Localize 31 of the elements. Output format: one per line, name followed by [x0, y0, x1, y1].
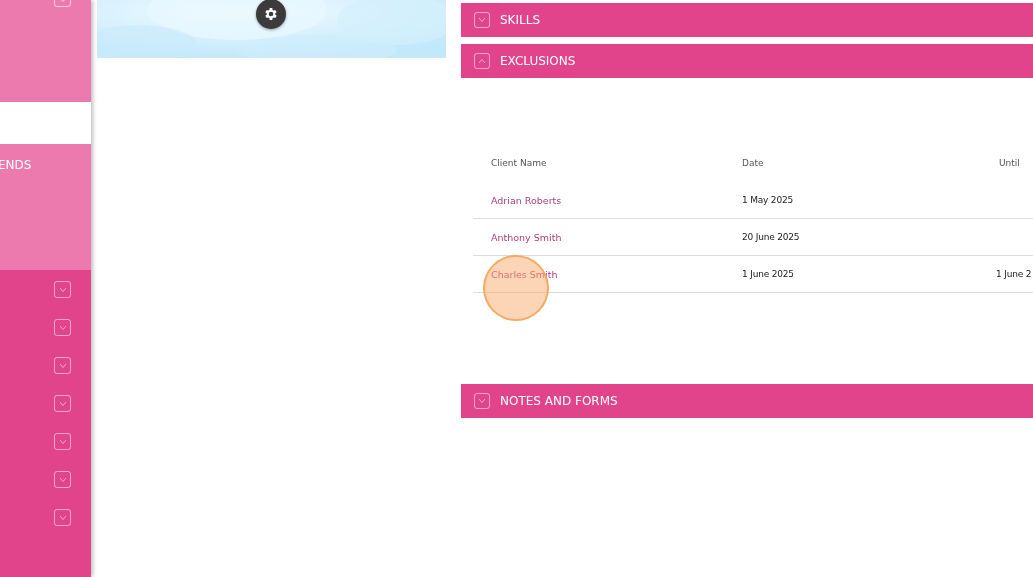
section-header[interactable]: NOTES AND FORMS [461, 384, 1033, 418]
chevron-down-icon [58, 476, 67, 483]
chevron-down-icon [478, 17, 486, 23]
column-header: Date [742, 158, 765, 170]
chevron-down-icon [58, 514, 67, 521]
expand-button[interactable] [54, 433, 71, 450]
table-cell-text: 1 June 2025 [742, 269, 795, 279]
expand-button[interactable] [54, 357, 71, 374]
expand-button[interactable] [54, 471, 71, 488]
settings-icon [263, 6, 279, 22]
column-header: Client Name [491, 158, 548, 170]
client-link[interactable]: Anthony Smith [491, 231, 742, 243]
chevron-down-icon [58, 362, 67, 369]
chevron-down-icon [58, 400, 67, 407]
expand-button[interactable] [54, 319, 71, 336]
chevron-down-icon [58, 286, 67, 293]
sidebar-label: ENDS [0, 158, 32, 172]
expand-button[interactable] [54, 509, 71, 526]
chevron-down-icon [478, 398, 486, 404]
chevron-down-icon [58, 324, 67, 331]
chevron-down-icon [58, 438, 67, 445]
table-cell: 1 June 2 [996, 269, 1033, 279]
table-cell-text: 1 May 2025 [742, 195, 794, 205]
expand-button[interactable] [54, 395, 71, 412]
expand-button[interactable] [54, 281, 71, 298]
column-header: Until [999, 158, 1021, 170]
section-header[interactable]: SKILLS [461, 3, 1033, 37]
table-cell-text: 20 June 2025 [742, 232, 801, 242]
chevron-up-icon [478, 58, 486, 64]
section-header[interactable]: EXCLUSIONS [461, 44, 1033, 78]
client-link[interactable]: Adrian Roberts [491, 194, 742, 206]
